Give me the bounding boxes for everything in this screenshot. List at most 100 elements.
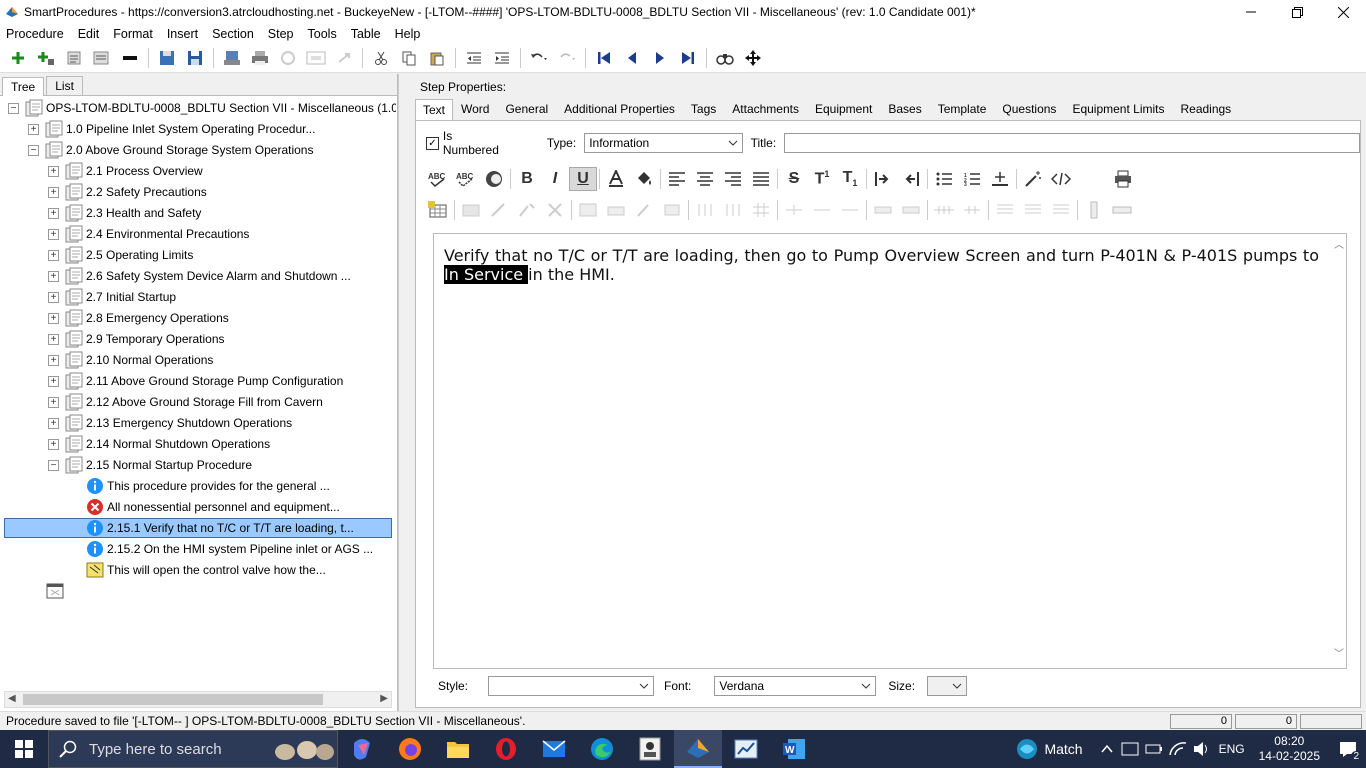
- outdent-button[interactable]: [460, 46, 488, 70]
- tree-subsection[interactable]: +2.14 Normal Shutdown Operations: [48, 434, 270, 454]
- tree-step[interactable]: 2.15.2 On the HMI system Pipeline inlet …: [86, 539, 373, 559]
- bullet-list-button[interactable]: [930, 167, 958, 191]
- step-text[interactable]: Verify that no T/C or T/T are loading, t…: [444, 246, 1319, 284]
- tree-step-selected[interactable]: 2.15.1 Verify that no T/C or T/T are loa…: [4, 518, 392, 538]
- menu-tools[interactable]: Tools: [308, 27, 337, 41]
- table-tool-14[interactable]: [836, 198, 864, 222]
- tab-word[interactable]: Word: [453, 98, 497, 120]
- numbered-list-button[interactable]: 123: [958, 167, 986, 191]
- first-button[interactable]: [590, 46, 618, 70]
- tab-bases[interactable]: Bases: [880, 98, 929, 120]
- html-source-button[interactable]: [1047, 167, 1075, 191]
- scrollbar-thumb[interactable]: [23, 694, 323, 705]
- clock[interactable]: 08:20 14-02-2025: [1259, 734, 1320, 764]
- expand-icon[interactable]: +: [48, 396, 59, 408]
- panel-splitter[interactable]: [398, 74, 404, 711]
- align-left-button[interactable]: [663, 167, 691, 191]
- taskbar-edge[interactable]: [578, 730, 626, 768]
- justify-button[interactable]: [747, 167, 775, 191]
- italic-button[interactable]: I: [541, 167, 569, 191]
- add-button[interactable]: [4, 46, 32, 70]
- underline-button[interactable]: U: [569, 167, 597, 191]
- highlight-button[interactable]: [480, 167, 508, 191]
- tab-general[interactable]: General: [497, 98, 556, 120]
- insert-line-button[interactable]: [986, 167, 1014, 191]
- taskbar-search[interactable]: Type here to search: [48, 730, 338, 768]
- tab-questions[interactable]: Questions: [994, 98, 1064, 120]
- superscript-button[interactable]: T1: [808, 167, 836, 191]
- table-tool-9[interactable]: [691, 198, 719, 222]
- tree-subsection[interactable]: +2.5 Operating Limits: [48, 245, 193, 265]
- fill-color-button[interactable]: [630, 167, 658, 191]
- scroll-down-icon[interactable]: ﹀: [1334, 645, 1344, 660]
- style-select[interactable]: [488, 676, 655, 696]
- insert-table-button[interactable]: [424, 198, 452, 222]
- tree-end-node[interactable]: [46, 581, 64, 601]
- tree-subsection[interactable]: +2.13 Emergency Shutdown Operations: [48, 413, 292, 433]
- close-button[interactable]: [1320, 0, 1366, 24]
- battery-icon[interactable]: [1145, 741, 1163, 757]
- table-tool-2[interactable]: [485, 198, 513, 222]
- network-icon[interactable]: [1168, 741, 1187, 757]
- tab-tags[interactable]: Tags: [683, 98, 724, 120]
- expand-icon[interactable]: +: [48, 270, 59, 282]
- strikethrough-button[interactable]: S: [780, 167, 808, 191]
- table-tool-18[interactable]: [958, 198, 986, 222]
- tree-subsection[interactable]: +2.1 Process Overview: [48, 161, 203, 181]
- tab-text[interactable]: Text: [415, 99, 454, 120]
- title-input[interactable]: [784, 133, 1360, 153]
- expand-icon[interactable]: +: [48, 417, 59, 429]
- cut-button[interactable]: [367, 46, 395, 70]
- table-tool-23[interactable]: [1108, 198, 1136, 222]
- is-numbered-checkbox[interactable]: ✓: [426, 136, 439, 150]
- tree-subsection[interactable]: +2.9 Temporary Operations: [48, 329, 225, 349]
- collapse-icon[interactable]: −: [28, 144, 39, 156]
- paste-button[interactable]: [423, 46, 451, 70]
- tree-step[interactable]: This procedure provides for the general …: [86, 476, 330, 496]
- expand-icon[interactable]: +: [48, 333, 59, 345]
- table-tool-17[interactable]: [930, 198, 958, 222]
- tray-app-icon[interactable]: [1121, 741, 1139, 757]
- volume-icon[interactable]: [1193, 741, 1211, 757]
- restore-button[interactable]: [1274, 0, 1320, 24]
- table-tool-6[interactable]: [602, 198, 630, 222]
- taskbar-smartprocedures[interactable]: [674, 730, 722, 768]
- window-button[interactable]: [302, 46, 330, 70]
- table-tool-22[interactable]: [1080, 198, 1108, 222]
- table-tool-1[interactable]: [457, 198, 485, 222]
- menu-format[interactable]: Format: [113, 27, 153, 41]
- menu-insert[interactable]: Insert: [167, 27, 198, 41]
- start-button[interactable]: [0, 730, 48, 768]
- menu-help[interactable]: Help: [395, 27, 421, 41]
- previous-button[interactable]: [618, 46, 646, 70]
- table-tool-13[interactable]: [808, 198, 836, 222]
- copy-button[interactable]: [395, 46, 423, 70]
- tab-list[interactable]: List: [46, 76, 83, 95]
- tab-tree[interactable]: Tree: [2, 77, 45, 96]
- step-text-editor[interactable]: Verify that no T/C or T/T are loading, t…: [433, 233, 1347, 669]
- tree-section[interactable]: − 2.0 Above Ground Storage System Operat…: [28, 140, 313, 160]
- scroll-left-icon[interactable]: ◀: [8, 693, 16, 704]
- find-button[interactable]: [711, 46, 739, 70]
- expand-icon[interactable]: +: [48, 312, 59, 324]
- tree-subsection[interactable]: +2.7 Initial Startup: [48, 287, 176, 307]
- menu-step[interactable]: Step: [268, 27, 294, 41]
- bold-button[interactable]: B: [513, 167, 541, 191]
- weather-label[interactable]: Match: [1044, 741, 1082, 757]
- table-tool-5[interactable]: [574, 198, 602, 222]
- expand-icon[interactable]: +: [48, 165, 59, 177]
- indent-right-button[interactable]: [869, 167, 897, 191]
- expand-icon[interactable]: +: [28, 123, 39, 135]
- table-tool-7[interactable]: [630, 198, 658, 222]
- font-select[interactable]: Verdana: [714, 676, 877, 696]
- tree-step[interactable]: All nonessential personnel and equipment…: [86, 497, 340, 517]
- expand-icon[interactable]: +: [48, 249, 59, 261]
- print-button[interactable]: [246, 46, 274, 70]
- menu-edit[interactable]: Edit: [78, 27, 100, 41]
- open-button[interactable]: [153, 46, 181, 70]
- scroll-up-icon[interactable]: ︿: [1334, 236, 1344, 251]
- expand-icon[interactable]: +: [48, 438, 59, 450]
- expand-icon[interactable]: +: [48, 186, 59, 198]
- tree-subsection[interactable]: +2.10 Normal Operations: [48, 350, 213, 370]
- menu-section[interactable]: Section: [212, 27, 254, 41]
